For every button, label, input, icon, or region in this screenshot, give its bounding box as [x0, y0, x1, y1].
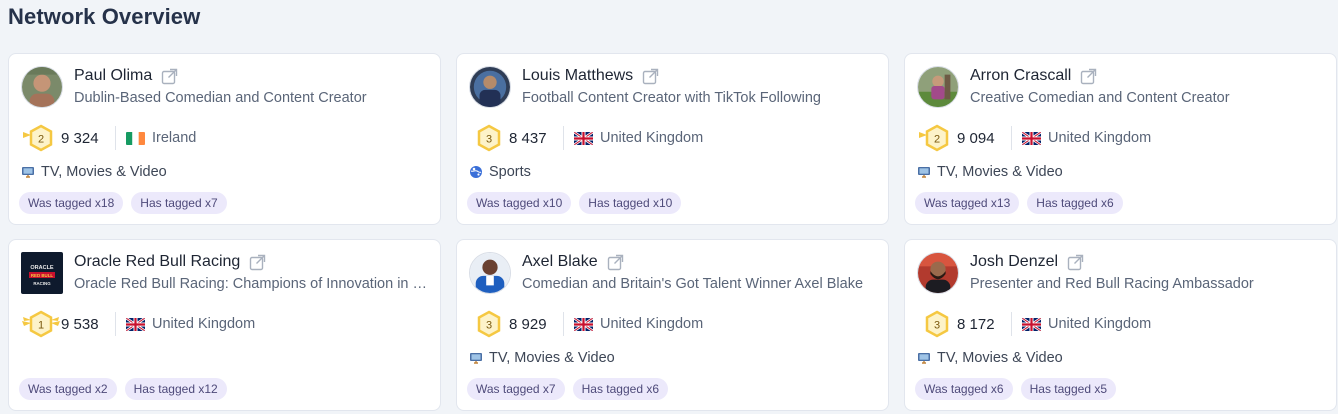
country-label: United Kingdom — [600, 316, 704, 332]
has-tagged-chip[interactable]: Has tagged x6 — [572, 378, 668, 400]
influencer-name[interactable]: Paul Olima — [74, 67, 152, 85]
tv-icon — [917, 351, 931, 365]
svg-text:3: 3 — [934, 320, 940, 332]
avatar[interactable] — [917, 252, 959, 294]
avatar-logo[interactable]: ORACLE RED BULL RACING — [21, 252, 63, 294]
svg-text:3: 3 — [486, 134, 492, 146]
page-title: Network Overview — [8, 4, 201, 29]
influencer-card-josh-denzel[interactable]: Josh Denzel Presenter and Red Bull Racin… — [904, 239, 1337, 411]
svg-text:2: 2 — [934, 134, 940, 146]
external-link-icon[interactable] — [161, 68, 178, 85]
external-link-icon[interactable] — [249, 254, 266, 271]
avatar[interactable] — [469, 66, 511, 108]
has-tagged-chip[interactable]: Has tagged x5 — [1020, 378, 1116, 400]
flag-uk-icon — [574, 131, 593, 145]
category-label: TV, Movies & Video — [937, 350, 1063, 366]
follower-count: 9 324 — [61, 129, 99, 147]
influencer-description: Oracle Red Bull Racing: Champions of Inn… — [74, 276, 434, 292]
country-label: United Kingdom — [1048, 130, 1152, 146]
tv-icon — [917, 165, 931, 179]
influencer-card-axel-blake[interactable]: Axel Blake Comedian and Britain's Got Ta… — [456, 239, 889, 411]
country-label: United Kingdom — [1048, 316, 1152, 332]
rank-number: 2 — [38, 134, 44, 146]
external-link-icon[interactable] — [642, 68, 659, 85]
avatar[interactable] — [917, 66, 959, 108]
svg-text:1: 1 — [38, 320, 44, 332]
was-tagged-chip[interactable]: Was tagged x7 — [467, 378, 565, 400]
tv-icon — [21, 165, 35, 179]
influencer-card-arron-crascall[interactable]: Arron Crascall Creative Comedian and Con… — [904, 53, 1337, 225]
was-tagged-chip[interactable]: Was tagged x6 — [915, 378, 1013, 400]
hexagon-badge-icon: 1 — [21, 310, 61, 338]
follower-count: 8 929 — [509, 315, 547, 333]
follower-count: 9 094 — [957, 129, 995, 147]
avatar[interactable] — [469, 252, 511, 294]
influencer-card-louis-matthews[interactable]: Louis Matthews Football Content Creator … — [456, 53, 889, 225]
external-link-icon[interactable] — [607, 254, 624, 271]
was-tagged-chip[interactable]: Was tagged x10 — [467, 192, 572, 214]
hexagon-badge-icon: 2 — [917, 124, 957, 152]
svg-text:RACING: RACING — [33, 281, 51, 286]
influencer-description: Comedian and Britain's Got Talent Winner… — [522, 276, 864, 292]
has-tagged-chip[interactable]: Has tagged x7 — [131, 192, 227, 214]
follower-count: 8 437 — [509, 129, 547, 147]
influencer-name[interactable]: Axel Blake — [522, 253, 598, 271]
logo-oracle: ORACLE — [30, 265, 54, 271]
has-tagged-chip[interactable]: Has tagged x12 — [124, 378, 227, 400]
influencer-name[interactable]: Louis Matthews — [522, 67, 633, 85]
svg-text:RED BULL: RED BULL — [31, 273, 54, 278]
external-link-icon[interactable] — [1080, 68, 1097, 85]
follower-count: 8 172 — [957, 315, 995, 333]
influencer-name[interactable]: Josh Denzel — [970, 253, 1058, 271]
was-tagged-chip[interactable]: Was tagged x2 — [19, 378, 117, 400]
flag-ireland-icon — [126, 131, 145, 145]
svg-text:3: 3 — [486, 320, 492, 332]
country-label: United Kingdom — [152, 316, 256, 332]
was-tagged-chip[interactable]: Was tagged x13 — [915, 192, 1020, 214]
external-link-icon[interactable] — [1067, 254, 1084, 271]
country-label: Ireland — [152, 130, 197, 146]
follower-count: 9 538 — [61, 315, 99, 333]
hexagon-badge-icon: 2 — [21, 124, 61, 152]
influencer-card-oracle-red-bull-racing[interactable]: ORACLE RED BULL RACING Oracle Red Bull Rac… — [8, 239, 441, 411]
influencer-description: Presenter and Red Bull Racing Ambassador — [970, 276, 1254, 292]
category-label: TV, Movies & Video — [41, 164, 167, 180]
has-tagged-chip[interactable]: Has tagged x10 — [579, 192, 682, 214]
category-label: TV, Movies & Video — [937, 164, 1063, 180]
flag-uk-icon — [1022, 131, 1041, 145]
influencer-description: Creative Comedian and Content Creator — [970, 90, 1230, 106]
divider — [563, 126, 564, 150]
divider — [1011, 126, 1012, 150]
divider — [1011, 312, 1012, 336]
influencer-description: Football Content Creator with TikTok Fol… — [522, 90, 821, 106]
influencer-card-paul-olima[interactable]: Paul Olima Dublin-Based Comedian and Con… — [8, 53, 441, 225]
hexagon-badge-icon: 3 — [917, 310, 957, 338]
has-tagged-chip[interactable]: Has tagged x6 — [1027, 192, 1123, 214]
was-tagged-chip[interactable]: Was tagged x18 — [19, 192, 124, 214]
divider — [563, 312, 564, 336]
divider — [115, 126, 116, 150]
influencer-description: Dublin-Based Comedian and Content Creato… — [74, 90, 367, 106]
hexagon-badge-icon: 3 — [469, 124, 509, 152]
category-label: TV, Movies & Video — [489, 350, 615, 366]
divider — [115, 312, 116, 336]
category-label: Sports — [489, 164, 531, 180]
country-label: United Kingdom — [600, 130, 704, 146]
hexagon-badge-icon: 3 — [469, 310, 509, 338]
avatar[interactable] — [21, 66, 63, 108]
influencer-name[interactable]: Arron Crascall — [970, 67, 1071, 85]
influencer-grid: Paul Olima Dublin-Based Comedian and Con… — [8, 53, 1337, 411]
globe-ball-icon — [469, 165, 483, 179]
influencer-name[interactable]: Oracle Red Bull Racing — [74, 253, 240, 271]
tv-icon — [469, 351, 483, 365]
flag-uk-icon — [1022, 317, 1041, 331]
flag-uk-icon — [126, 317, 145, 331]
flag-uk-icon — [574, 317, 593, 331]
